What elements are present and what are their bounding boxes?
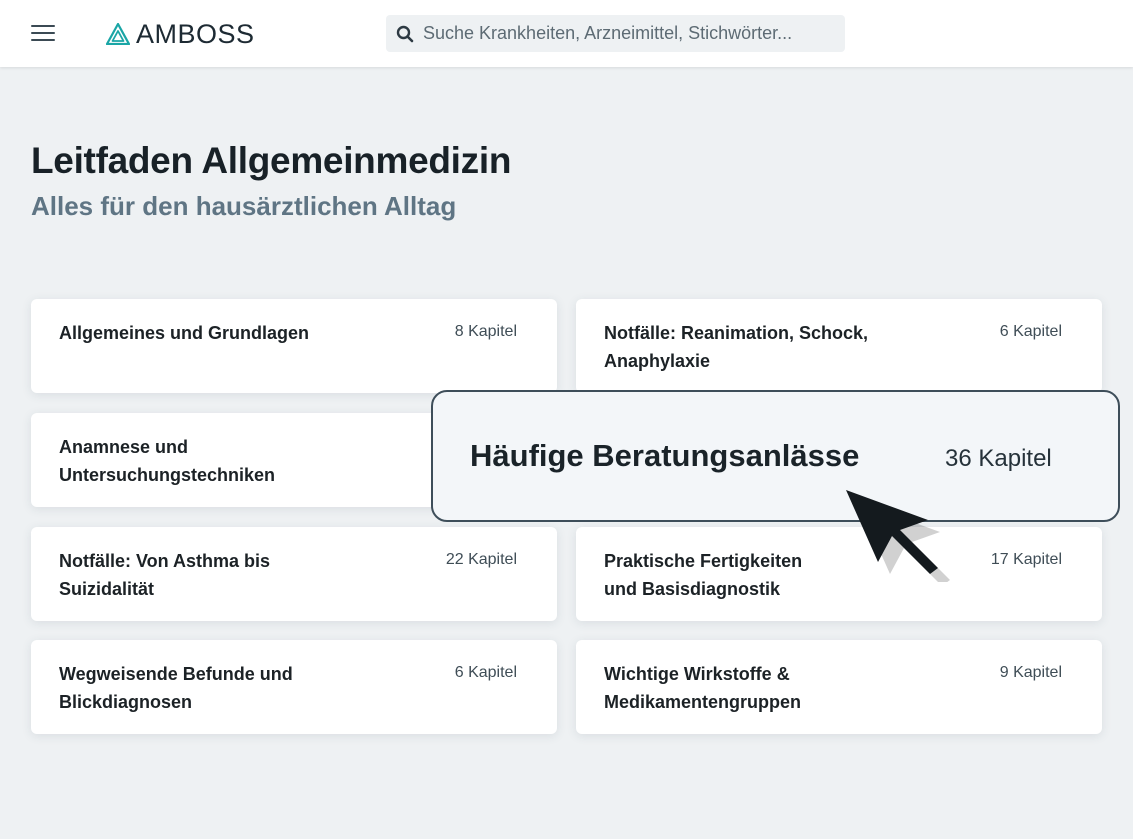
page-subtitle: Alles für den hausärztlichen Alltag [31,191,457,221]
card-chapter-count: 8 Kapitel [454,323,517,340]
search-bar[interactable] [386,15,845,52]
amboss-logo[interactable]: AMBOSS [106,19,255,49]
hamburger-menu-icon[interactable] [31,24,55,42]
card-title: Anamnese und Untersuchungstechniken [59,437,276,485]
card-title: Wegweisende Befunde und Blickdiagnosen [59,664,293,712]
card-title: Häufige Beratungsanlässe [470,438,860,473]
card-title: Notfälle: Von Asthma bis Suizidalität [59,551,271,599]
card-allgemeines-grundlagen[interactable]: Allgemeines und Grundlagen 8 Kapitel [31,299,557,393]
card-wegweisende-befunde[interactable]: Wegweisende Befunde und Blickdiagnosen 6… [31,640,557,734]
card-wichtige-wirkstoffe[interactable]: Wichtige Wirkstoffe & Medikamentengruppe… [576,640,1102,734]
card-praktische-fertigkeiten[interactable]: Praktische Fertigkeiten und Basisdiagnos… [576,527,1102,621]
card-title: Allgemeines und Grundlagen [59,323,310,343]
logo-text: AMBOSS [136,18,255,49]
card-chapter-count: 6 Kapitel [454,664,517,681]
card-chapter-count: 9 Kapitel [999,664,1062,681]
card-title: Wichtige Wirkstoffe & Medikamentengruppe… [604,664,802,712]
mouse-pointer-icon [846,490,950,582]
card-title: Notfälle: Reanimation, Schock, Anaphylax… [604,323,869,371]
card-title: Praktische Fertigkeiten und Basisdiagnos… [604,551,803,599]
amboss-triangle-icon [106,23,130,45]
card-chapter-count: 17 Kapitel [990,551,1062,568]
search-input[interactable] [423,15,833,52]
top-bar: AMBOSS [0,0,1133,67]
card-chapter-count: 6 Kapitel [999,323,1062,340]
page-title: Leitfaden Allgemeinmedizin [31,140,512,181]
search-icon [396,25,414,43]
card-haeufige-beratungsanlaesse[interactable]: Häufige Beratungsanlässe 36 Kapitel [431,390,1120,522]
card-chapter-count: 22 Kapitel [445,551,517,568]
card-notfaelle-reanimation[interactable]: Notfälle: Reanimation, Schock, Anaphylax… [576,299,1102,393]
card-notfaelle-asthma[interactable]: Notfälle: Von Asthma bis Suizidalität 22… [31,527,557,621]
card-chapter-count: 36 Kapitel [945,445,1052,472]
